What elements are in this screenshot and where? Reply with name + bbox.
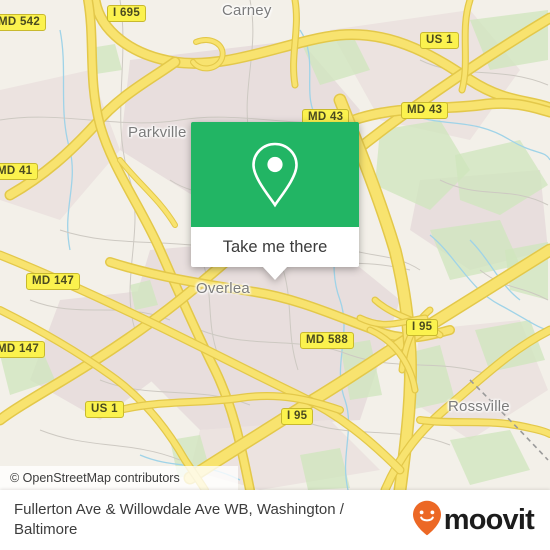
route-shield-md-588[interactable]: MD 588	[300, 332, 355, 349]
route-shield-i-95-lower[interactable]: I 95	[281, 408, 314, 425]
route-shield-md-41[interactable]: MD 41	[0, 163, 39, 180]
route-shield-md-542[interactable]: MD 542	[0, 14, 47, 31]
moovit-station-map-page: .wood { fill:#cfe5bc; opacity:.75; } .re…	[0, 0, 550, 550]
route-shield-md-147-lower[interactable]: MD 147	[0, 341, 46, 358]
map-label-parkville: Parkville	[128, 124, 187, 141]
map-label-carney: Carney	[222, 2, 272, 19]
station-popup-callout[interactable]: Take me there	[191, 122, 359, 280]
route-shield-md-43-east[interactable]: MD 43	[401, 102, 449, 119]
take-me-there-button[interactable]: Take me there	[191, 227, 359, 267]
map-canvas[interactable]: .wood { fill:#cfe5bc; opacity:.75; } .re…	[0, 0, 550, 490]
station-title: Fullerton Ave & Willowdale Ave WB, Washi…	[14, 501, 344, 538]
map-attribution[interactable]: © OpenStreetMap contributors	[0, 466, 238, 490]
map-label-overlea: Overlea	[196, 280, 250, 297]
map-label-rossville: Rossville	[448, 398, 510, 415]
moovit-logo[interactable]: moovit	[412, 500, 550, 541]
route-shield-i-695[interactable]: I 695	[107, 5, 147, 22]
map-pin-icon	[246, 140, 304, 210]
route-shield-md-147-upper[interactable]: MD 147	[26, 273, 81, 290]
moovit-wordmark: moovit	[443, 503, 535, 536]
route-shield-us-1-north[interactable]: US 1	[420, 32, 459, 49]
popup-pin-panel	[191, 122, 359, 227]
route-shield-us-1-south[interactable]: US 1	[85, 401, 124, 418]
route-shield-i-95-upper[interactable]: I 95	[406, 319, 439, 336]
popup-tail	[262, 266, 288, 280]
footer-bar: Fullerton Ave & Willowdale Ave WB, Washi…	[0, 490, 550, 550]
moovit-smiley-pin-icon	[412, 500, 442, 541]
